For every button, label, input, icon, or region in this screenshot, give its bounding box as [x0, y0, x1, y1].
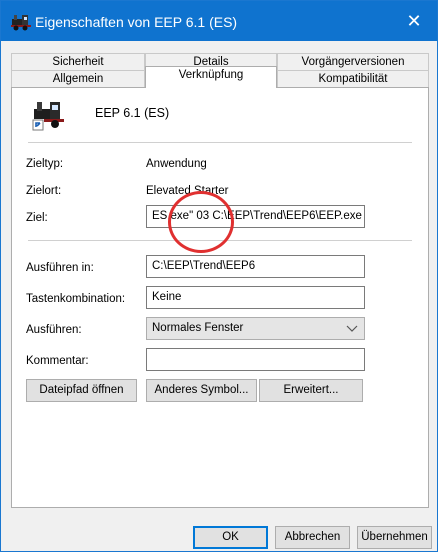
window-title: Eigenschaften von EEP 6.1 (ES) — [35, 14, 238, 30]
ziel-label: Ziel: — [26, 212, 48, 224]
zielort-value: Elevated Starter — [146, 185, 229, 197]
separator — [28, 142, 412, 143]
tab-vorgaengerversionen[interactable]: Vorgängerversionen — [277, 53, 429, 70]
properties-dialog: Eigenschaften von EEP 6.1 (ES) ✕ Sicherh… — [0, 0, 438, 552]
ausfuehren-in-field[interactable]: C:\EEP\Trend\EEP6 — [146, 255, 365, 278]
tastenkombination-field[interactable]: Keine — [146, 286, 365, 309]
ausfuehren-select-value: Normales Fenster — [152, 322, 244, 334]
ausfuehren-select[interactable]: Normales Fenster — [146, 317, 365, 340]
steam-locomotive-icon — [32, 99, 64, 131]
ausfuehren-in-label: Ausführen in: — [26, 262, 94, 274]
apply-button[interactable]: Übernehmen — [357, 526, 432, 549]
ok-button[interactable]: OK — [193, 526, 268, 549]
zielort-label: Zielort: — [26, 185, 62, 197]
kommentar-field[interactable] — [146, 348, 365, 371]
tab-verknuepfung[interactable]: Verknüpfung — [145, 66, 277, 88]
ausfuehren-label: Ausführen: — [26, 324, 82, 336]
shortcut-panel: EEP 6.1 (ES) Zieltyp: Anwendung Zielort:… — [11, 87, 429, 508]
shortcut-name: EEP 6.1 (ES) — [95, 106, 170, 120]
separator — [28, 240, 412, 241]
ziel-field[interactable]: ES.exe" 03 C:\EEP\Trend\EEP6\EEP.exe — [146, 205, 365, 228]
chevron-down-icon — [346, 318, 358, 339]
open-file-location-button[interactable]: Dateipfad öffnen — [26, 379, 137, 402]
tab-allgemein[interactable]: Allgemein — [11, 70, 145, 87]
change-icon-button[interactable]: Anderes Symbol... — [146, 379, 257, 402]
tab-kompatibilitaet[interactable]: Kompatibilität — [277, 70, 429, 87]
title-bar: Eigenschaften von EEP 6.1 (ES) ✕ — [1, 1, 437, 41]
tab-sicherheit[interactable]: Sicherheit — [11, 53, 145, 70]
cancel-button[interactable]: Abbrechen — [275, 526, 350, 549]
close-icon[interactable]: ✕ — [391, 1, 437, 41]
tastenkombination-label: Tastenkombination: — [26, 293, 126, 305]
advanced-button[interactable]: Erweitert... — [259, 379, 363, 402]
kommentar-label: Kommentar: — [26, 355, 89, 367]
zieltyp-value: Anwendung — [146, 158, 207, 170]
zieltyp-label: Zieltyp: — [26, 158, 64, 170]
steam-locomotive-icon — [11, 13, 31, 31]
